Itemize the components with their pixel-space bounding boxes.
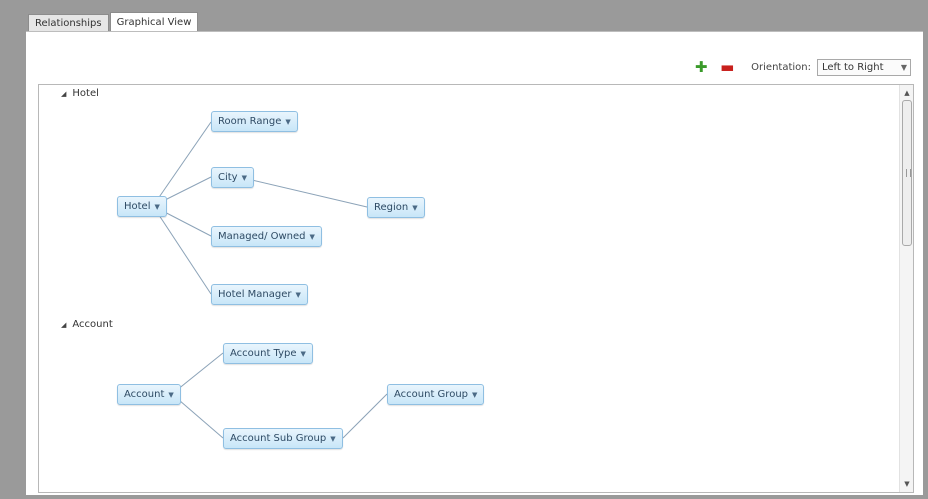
group-header-account[interactable]: ◢ Account	[61, 319, 113, 330]
node-city[interactable]: City ▼	[211, 167, 254, 188]
node-region[interactable]: Region ▼	[367, 197, 425, 218]
graphical-view-panel: ✚ ▬ Orientation: Left to Right ▼ ◢ Hotel …	[26, 31, 923, 495]
scroll-down-icon[interactable]: ▼	[900, 478, 913, 490]
chevron-down-icon: ▼	[300, 350, 306, 358]
chevron-down-icon: ▼	[241, 174, 247, 182]
chevron-down-icon: ▼	[285, 118, 291, 126]
edge-hotel-manager	[152, 205, 212, 295]
node-account-sub-group-label: Account Sub Group	[230, 433, 327, 444]
node-hotel-manager[interactable]: Hotel Manager ▼	[211, 284, 308, 305]
node-account-group[interactable]: Account Group ▼	[387, 384, 485, 405]
node-hotel-label: Hotel	[124, 201, 151, 212]
node-managed-owned[interactable]: Managed/ Owned ▼	[211, 226, 322, 247]
grip-icon	[906, 169, 911, 177]
node-account-group-label: Account Group	[394, 389, 468, 400]
orientation-select[interactable]: Left to Right ▼	[817, 58, 911, 76]
group-header-hotel-label: Hotel	[72, 88, 99, 99]
collapse-triangle-icon: ◢	[61, 321, 67, 329]
toolbar: ✚ ▬ Orientation: Left to Right ▼	[693, 58, 911, 76]
scrollbar-thumb[interactable]	[902, 100, 912, 246]
edge-city-region	[238, 176, 368, 208]
node-room-range-label: Room Range	[218, 116, 282, 127]
chevron-down-icon: ▼	[900, 62, 907, 72]
chevron-down-icon: ▼	[330, 435, 336, 443]
node-hotel[interactable]: Hotel ▼	[117, 196, 167, 217]
chevron-down-icon: ▼	[472, 391, 478, 399]
scroll-up-icon[interactable]: ▲	[900, 87, 913, 99]
vertical-scrollbar[interactable]: ▲ ▼	[899, 85, 913, 492]
collapse-triangle-icon: ◢	[61, 90, 67, 98]
node-room-range[interactable]: Room Range ▼	[211, 111, 298, 132]
group-header-hotel[interactable]: ◢ Hotel	[61, 88, 99, 99]
node-managed-owned-label: Managed/ Owned	[218, 231, 306, 242]
edge-layer	[152, 121, 388, 439]
node-hotel-manager-label: Hotel Manager	[218, 289, 292, 300]
chevron-down-icon: ▼	[412, 204, 418, 212]
node-account-type-label: Account Type	[230, 348, 297, 359]
orientation-value: Left to Right	[822, 61, 884, 73]
group-header-account-label: Account	[72, 319, 113, 330]
chevron-down-icon: ▼	[309, 233, 315, 241]
plus-icon[interactable]: ✚	[693, 59, 709, 75]
orientation-label: Orientation:	[751, 61, 811, 73]
node-account-sub-group[interactable]: Account Sub Group ▼	[223, 428, 343, 449]
node-city-label: City	[218, 172, 238, 183]
edge-hotel-room-range	[152, 121, 212, 207]
chevron-down-icon: ▼	[168, 391, 174, 399]
tab-relationships[interactable]: Relationships	[28, 14, 109, 32]
edge-sub-group-group	[342, 393, 388, 439]
node-account[interactable]: Account ▼	[117, 384, 181, 405]
chevron-down-icon: ▼	[295, 291, 301, 299]
chevron-down-icon: ▼	[154, 203, 160, 211]
diagram-canvas: ◢ Hotel Room Range ▼ City ▼ Hotel ▼ Region ▼ …	[38, 84, 914, 493]
tab-graphical-view[interactable]: Graphical View	[109, 12, 199, 32]
node-account-label: Account	[124, 389, 165, 400]
tab-bar: Relationships Graphical View	[28, 12, 199, 32]
minus-icon[interactable]: ▬	[719, 59, 735, 75]
node-region-label: Region	[374, 202, 409, 213]
node-account-type[interactable]: Account Type ▼	[223, 343, 313, 364]
